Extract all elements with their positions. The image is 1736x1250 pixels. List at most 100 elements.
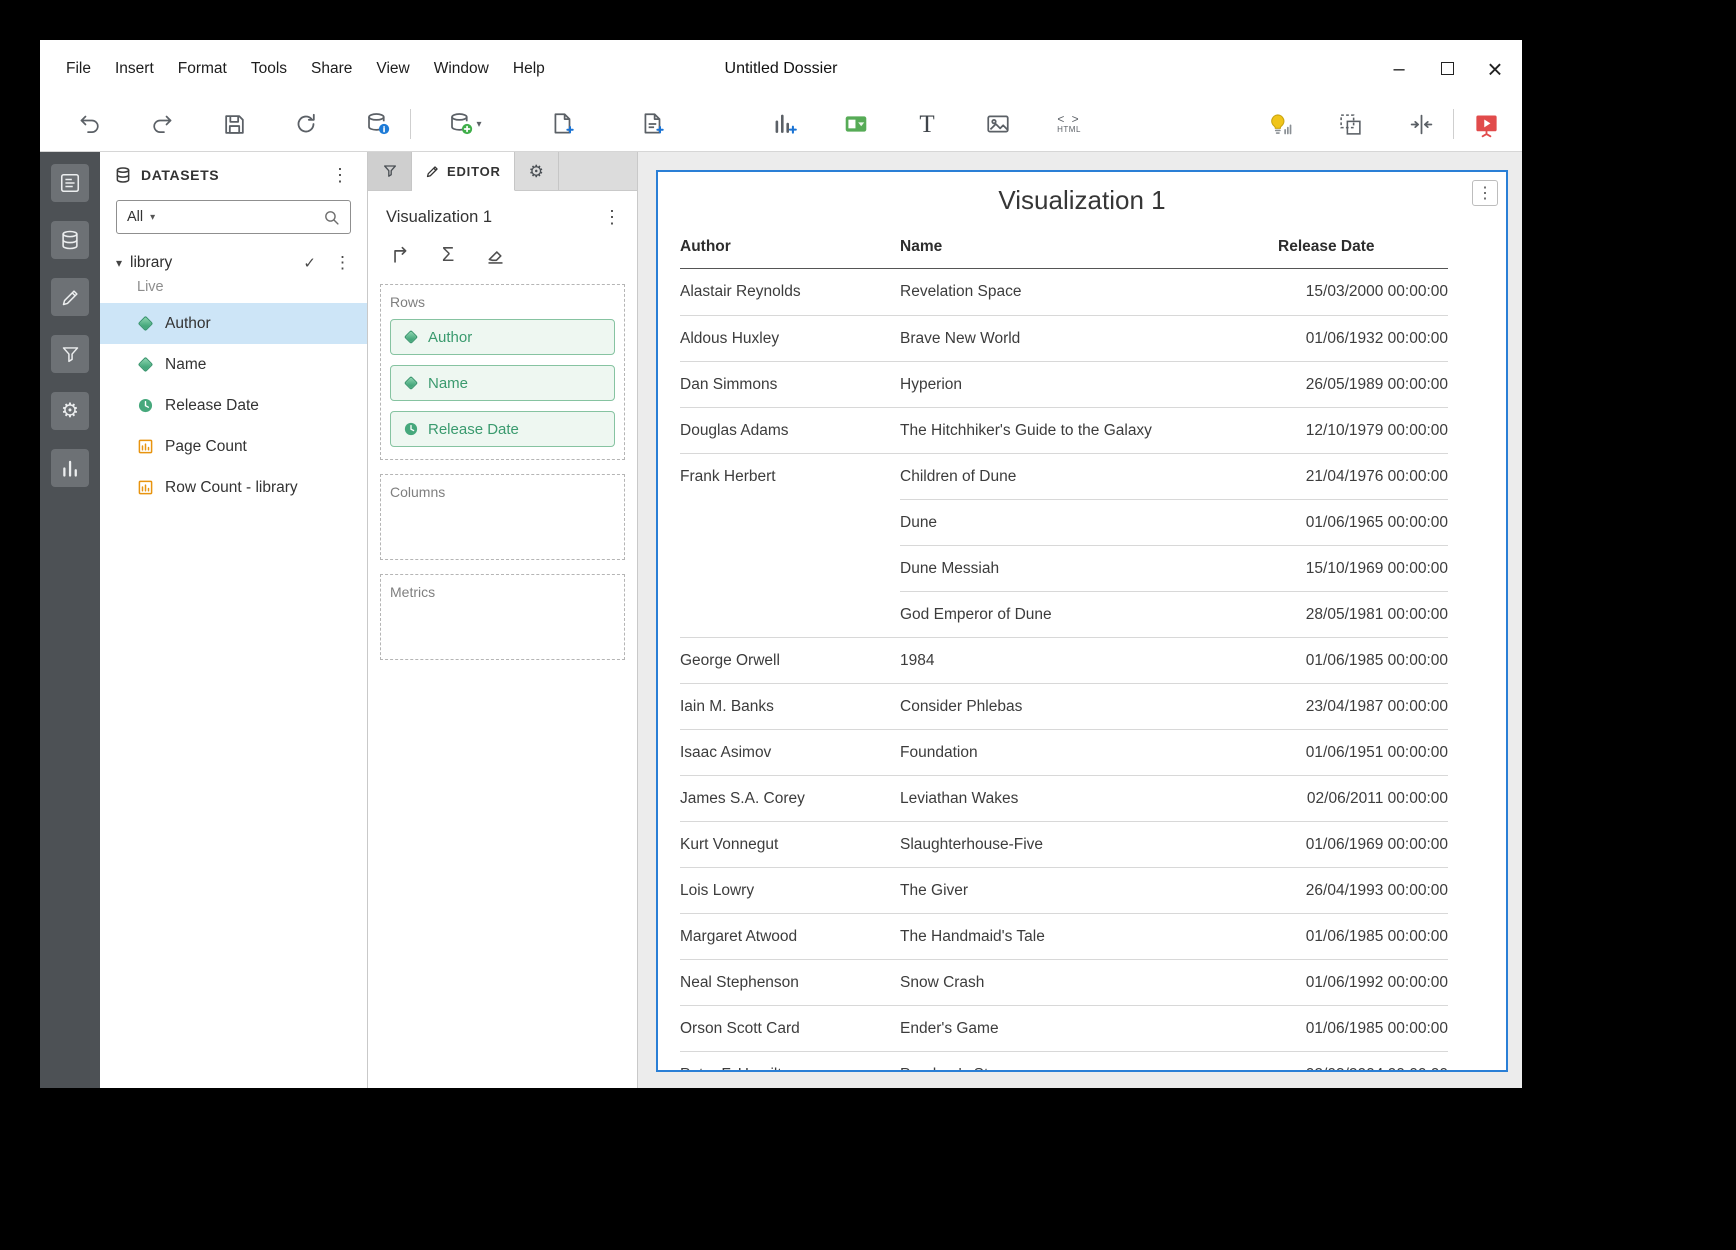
insert-html-icon: < > HTML	[1057, 114, 1081, 134]
save-button[interactable]	[214, 104, 254, 144]
app-window: Untitled Dossier FileInsertFormatToolsSh…	[40, 40, 1522, 1088]
kebab-icon: ⋮	[1477, 183, 1493, 203]
datasets-kebab-menu[interactable]: ⋮	[325, 164, 355, 186]
tab-filter[interactable]	[368, 152, 412, 190]
cell-author: James S.A. Corey	[680, 775, 900, 821]
visualization-card[interactable]: ⋮ Visualization 1 Author Name Release Da…	[656, 170, 1508, 1072]
column-header-name[interactable]: Name	[900, 225, 1278, 269]
tab-editor[interactable]: EDITOR	[412, 152, 515, 191]
insert-image-button[interactable]	[978, 104, 1018, 144]
dataset-field-page-count[interactable]: Page Count	[100, 426, 367, 467]
menu-item[interactable]: View	[364, 54, 421, 84]
maximize-button[interactable]	[1438, 60, 1456, 78]
cell-name: Snow Crash	[900, 959, 1278, 1005]
add-data-chevron-icon: ▾	[476, 119, 481, 130]
sigma-sum-icon: Σ	[442, 244, 454, 267]
search-filter-dropdown[interactable]: All	[127, 209, 143, 225]
insert-text-icon: T	[919, 112, 934, 137]
filter-icon	[382, 163, 398, 179]
menu-item[interactable]: Format	[166, 54, 239, 84]
filter-icon	[60, 344, 81, 365]
fit-to-window-button[interactable]	[1401, 104, 1441, 144]
dataset-field-release-date[interactable]: Release Date	[100, 385, 367, 426]
cell-release-date: 15/03/2000 00:00:00	[1278, 269, 1448, 315]
menu-item[interactable]: Insert	[103, 54, 166, 84]
insert-text-button[interactable]: T	[907, 104, 947, 144]
visualization-name: Visualization 1	[386, 208, 492, 227]
cell-release-date: 01/06/1932 00:00:00	[1278, 315, 1448, 361]
menu-item[interactable]: File	[54, 54, 103, 84]
cell-author: Aldous Huxley	[680, 315, 900, 361]
dataset-field-name[interactable]: Name	[100, 344, 367, 385]
left-rail: ⚙	[40, 152, 100, 1088]
visualization-gallery-button[interactable]	[51, 449, 89, 487]
present-button[interactable]	[1466, 104, 1506, 144]
rows-drop-zone[interactable]: Rows Author Name	[380, 284, 625, 460]
dataset-field-author[interactable]: Author	[100, 303, 367, 344]
dataset-search[interactable]: All ▾	[116, 200, 351, 234]
insert-page-button[interactable]	[543, 104, 583, 144]
redo-icon	[150, 112, 174, 136]
columns-drop-zone[interactable]: Columns	[380, 474, 625, 560]
pencil-icon	[425, 164, 440, 179]
visualization-kebab-menu[interactable]: ⋮	[597, 206, 627, 228]
chip-release-date[interactable]: Release Date	[390, 411, 615, 447]
datasets-title: DATASETS	[141, 167, 219, 183]
swap-rows-columns-button[interactable]	[388, 242, 414, 268]
dataset-tree-item[interactable]: ▾ library ✓ ⋮	[100, 244, 367, 277]
cell-release-date: 02/06/2011 00:00:00	[1278, 775, 1448, 821]
dataset-kebab-menu[interactable]: ⋮	[330, 253, 355, 273]
datasets-rail-button[interactable]	[51, 221, 89, 259]
auto-arrange-button[interactable]	[1330, 104, 1370, 144]
gear-icon: ⚙	[529, 163, 544, 180]
editor-panel: EDITOR ⚙ Visualization 1 ⋮ Σ	[368, 152, 638, 1088]
fit-to-window-icon	[1409, 112, 1434, 137]
dataset-info-button[interactable]	[358, 104, 398, 144]
add-data-icon	[448, 111, 474, 137]
menu-item[interactable]: Tools	[239, 54, 299, 84]
auto-arrange-icon	[1338, 112, 1363, 137]
cell-name: Children of Dune	[900, 453, 1278, 499]
tab-format[interactable]: ⚙	[515, 152, 559, 190]
close-button[interactable]: ×	[1486, 60, 1504, 78]
minimize-button[interactable]: –	[1390, 60, 1408, 78]
menu-item[interactable]: Help	[501, 54, 557, 84]
cell-name: Leviathan Wakes	[900, 775, 1278, 821]
menu-item[interactable]: Share	[299, 54, 364, 84]
redo-button[interactable]	[142, 104, 182, 144]
visualization-options-button[interactable]: ⋮	[1472, 180, 1498, 206]
cell-name: Pandora's Star	[900, 1051, 1278, 1072]
chip-name[interactable]: Name	[390, 365, 615, 401]
rows-zone-label: Rows	[390, 294, 615, 310]
insights-bulb-icon	[1266, 111, 1293, 138]
settings-rail-button[interactable]: ⚙	[51, 392, 89, 430]
metrics-drop-zone[interactable]: Metrics	[380, 574, 625, 660]
cell-name: The Hitchhiker's Guide to the Galaxy	[900, 407, 1278, 453]
gear-icon: ⚙	[61, 401, 79, 421]
search-icon[interactable]	[323, 209, 340, 226]
insights-button[interactable]	[1259, 104, 1299, 144]
insert-visualization-button[interactable]	[765, 104, 805, 144]
add-data-button[interactable]: ▾	[437, 104, 493, 144]
contents-button[interactable]	[51, 164, 89, 202]
cell-release-date: 01/06/1951 00:00:00	[1278, 729, 1448, 775]
refresh-button[interactable]	[286, 104, 326, 144]
column-header-release-date[interactable]: Release Date	[1278, 225, 1448, 269]
insert-html-button[interactable]: < > HTML	[1049, 104, 1089, 144]
attribute-diamond-icon	[137, 318, 154, 329]
toolbar: ▾ T < > HT	[40, 97, 1522, 152]
clear-button[interactable]	[482, 242, 508, 268]
edit-rail-button[interactable]	[51, 278, 89, 316]
undo-icon	[78, 112, 102, 136]
menu-item[interactable]: Window	[422, 54, 501, 84]
chip-author[interactable]: Author	[390, 319, 615, 355]
undo-button[interactable]	[70, 104, 110, 144]
filter-rail-button[interactable]	[51, 335, 89, 373]
totals-button[interactable]: Σ	[435, 242, 461, 268]
tree-expand-caret-icon[interactable]: ▾	[116, 256, 122, 270]
insert-chapter-button[interactable]	[633, 104, 673, 144]
insert-visualization-icon	[772, 111, 798, 137]
dataset-field-row-count[interactable]: Row Count - library	[100, 467, 367, 508]
insert-filter-panel-button[interactable]	[836, 104, 876, 144]
column-header-author[interactable]: Author	[680, 225, 900, 269]
